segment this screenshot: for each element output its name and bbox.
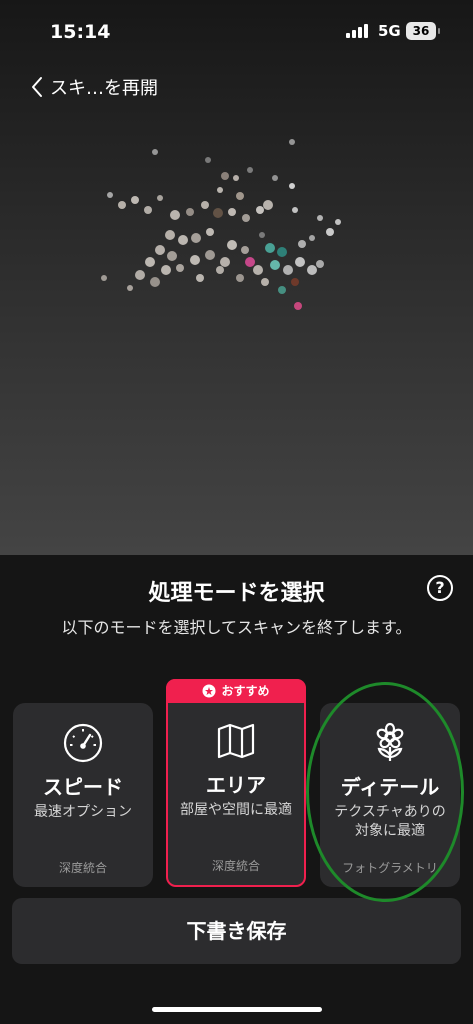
flower-icon xyxy=(320,721,460,765)
network-type: 5G xyxy=(378,22,401,40)
mode-description: 最速オプション xyxy=(34,804,132,820)
recommended-badge: おすすめ xyxy=(166,679,306,703)
battery-icon: 36 xyxy=(406,22,440,40)
sheet-title: 処理モードを選択 xyxy=(148,581,325,606)
mode-description: テクスチャありの対象に最適 xyxy=(334,804,446,839)
mode-card-speed[interactable]: スピード 最速オプション 深度統合 xyxy=(13,703,153,887)
mode-method: フォトグラメトリ xyxy=(342,861,438,875)
mode-name: スピード xyxy=(43,775,123,799)
processing-mode-sheet: 処理モードを選択 ? 以下のモードを選択してスキャンを終了します。 スピード 最… xyxy=(0,555,473,1024)
save-draft-button[interactable]: 下書き保存 xyxy=(12,898,461,964)
mode-description: 部屋や空間に最適 xyxy=(180,802,292,818)
speedometer-icon xyxy=(13,721,153,765)
status-bar: 15:14 5G 36 xyxy=(0,0,473,62)
map-icon xyxy=(168,719,304,763)
help-button[interactable]: ? xyxy=(427,575,453,601)
status-time: 15:14 xyxy=(50,21,111,43)
mode-card-area[interactable]: おすすめ エリア 部屋や空間に最適 深度統合 xyxy=(166,679,306,887)
sheet-description: 以下のモードを選択してスキャンを終了します。 xyxy=(61,618,412,637)
cellular-signal-icon xyxy=(346,24,370,38)
chevron-left-icon xyxy=(32,77,42,97)
mode-name: ディテール xyxy=(340,775,440,799)
star-icon xyxy=(202,684,216,698)
mode-name: エリア xyxy=(206,773,266,797)
back-label: スキ…を再開 xyxy=(50,78,158,99)
mode-method: 深度統合 xyxy=(211,859,260,873)
mode-method: 深度統合 xyxy=(58,861,107,875)
back-button[interactable]: スキ…を再開 xyxy=(30,74,158,100)
mode-card-detail[interactable]: ディテール テクスチャありの対象に最適 フォトグラメトリ xyxy=(320,703,460,887)
home-indicator[interactable] xyxy=(152,1007,322,1012)
